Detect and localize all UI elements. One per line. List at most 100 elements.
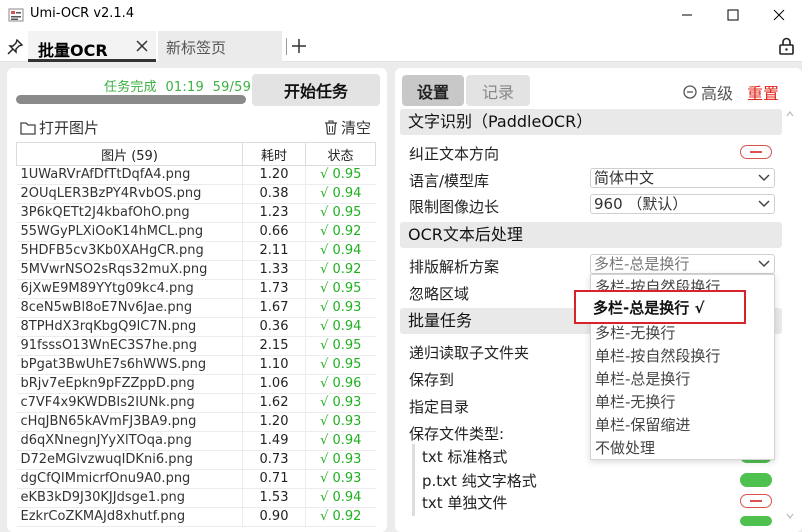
- file-name-cell: 91fsssO13WnEC3S7he.png: [16, 336, 243, 356]
- minimize-button[interactable]: [664, 0, 710, 30]
- pin-icon[interactable]: [6, 38, 24, 56]
- table-row[interactable]: bRjv7eEpkn9pFZZppD.png 1.06 √ 0.96: [16, 374, 376, 394]
- status-cell: √ 0.92: [305, 507, 376, 527]
- col-header-image[interactable]: 图片 (59): [16, 142, 243, 166]
- table-row[interactable]: 3P6kQETt2J4kbafOhO.png 1.23 √ 0.95: [16, 203, 376, 223]
- language-select-value: 简体中文: [594, 169, 655, 187]
- language-select[interactable]: 简体中文: [590, 168, 775, 188]
- dropdown-selected-option: 多栏-总是换行 √: [593, 299, 705, 317]
- table-row[interactable]: 1UWaRVrAfDfTtDqfA4.png 1.20 √ 0.95: [16, 165, 376, 185]
- file-name-cell: 55WGyPLXiOoK14hMCL.png: [16, 222, 243, 242]
- task-status-text: 任务完成 01:19 59/59: [104, 80, 252, 95]
- maximize-icon: [727, 9, 739, 21]
- time-cell: 1.10: [242, 355, 306, 375]
- dropdown-option[interactable]: 单栏-无换行: [595, 391, 675, 412]
- correct-direction-label: 纠正文本方向: [409, 145, 500, 163]
- open-images-button[interactable]: 打开图片: [20, 117, 99, 138]
- folder-icon: [20, 121, 36, 135]
- status-cell: √ 0.94: [305, 184, 376, 204]
- tab-new-label: 新标签页: [166, 39, 227, 57]
- clear-button[interactable]: 清空: [324, 117, 371, 138]
- dropdown-option[interactable]: 单栏-总是换行: [595, 368, 690, 389]
- dropdown-option[interactable]: 单栏-保留缩进: [595, 414, 690, 435]
- tab-divider: [286, 38, 287, 55]
- dropdown-option[interactable]: 单栏-按自然段换行: [595, 345, 720, 366]
- file-name-cell: 2OUqLER3BzPY4RvbOS.png: [16, 184, 243, 204]
- table-header-row: 图片 (59) 耗时 状态: [16, 142, 376, 166]
- table-row[interactable]: c7VF4x9KWDBIs2IUNk.png 1.62 √ 0.93: [16, 393, 376, 413]
- table-row[interactable]: bPgat3BwUhE7s6hWWS.png 1.10 √ 0.95: [16, 355, 376, 375]
- file-name-cell: c7VF4x9KWDBIs2IUNk.png: [16, 393, 243, 413]
- table-row[interactable]: 2OUqLER3BzPY4RvbOS.png 0.38 √ 0.94: [16, 184, 376, 204]
- file-name-cell: EzkrCoZKMAJd8xhutf.png: [16, 507, 243, 527]
- table-row[interactable]: 6jXwE9M89YYtg09kc4.png 1.73 √ 0.95: [16, 279, 376, 299]
- dropdown-option[interactable]: 多栏-无换行: [595, 322, 675, 343]
- status-cell: √ 0.94: [305, 488, 376, 508]
- table-row[interactable]: D72eMGlvzwuqIDKni6.png 0.73 √ 0.93: [16, 450, 376, 470]
- time-cell: 1.23: [242, 203, 306, 223]
- progress-bar: [16, 95, 246, 104]
- time-cell: 1.20: [242, 412, 306, 432]
- maximize-button[interactable]: [710, 0, 756, 30]
- lock-icon[interactable]: [778, 37, 795, 55]
- time-cell: 2.11: [242, 241, 306, 261]
- type-extra-toggle[interactable]: [740, 516, 772, 526]
- time-cell: 0.38: [242, 184, 306, 204]
- specify-dir-label: 指定目录: [409, 398, 470, 416]
- minus-circle-icon: [683, 85, 697, 99]
- col-header-status[interactable]: 状态: [305, 142, 376, 166]
- file-name-cell: 5HDFB5cv3Kb0XAHgCR.png: [16, 241, 243, 261]
- time-cell: 1.20: [242, 165, 306, 185]
- table-row[interactable]: 5HDFB5cv3Kb0XAHgCR.png 2.11 √ 0.94: [16, 241, 376, 261]
- table-row[interactable]: eKB3kD9J30KJJdsge1.png 1.53 √ 0.94: [16, 488, 376, 508]
- save-types-indent-bar: [412, 444, 415, 516]
- save-types-label: 保存文件类型:: [409, 425, 505, 443]
- table-row[interactable]: d6qXNnegnJYyXlTOqa.png 1.49 √ 0.94: [16, 431, 376, 451]
- time-cell: 0.90: [242, 507, 306, 527]
- table-row[interactable]: cHqJBN65kAVmFJ3BA9.png 1.20 √ 0.93: [16, 412, 376, 432]
- type-ptxt-toggle[interactable]: [740, 473, 772, 487]
- tab-records[interactable]: 记录: [466, 75, 530, 106]
- add-tab-icon[interactable]: [290, 37, 308, 55]
- limit-size-select[interactable]: 960 （默认）: [590, 194, 775, 214]
- status-cell: √ 0.95: [305, 165, 376, 185]
- start-task-button[interactable]: 开始任务: [252, 74, 380, 106]
- time-cell: 1.73: [242, 279, 306, 299]
- col-header-time[interactable]: 耗时: [242, 142, 306, 166]
- table-row[interactable]: dgCfQIMmicrfOnu9A0.png 0.71 √ 0.93: [16, 469, 376, 489]
- file-name-cell: D72eMGlvzwuqIDKni6.png: [16, 450, 243, 470]
- reset-button[interactable]: 重置: [747, 80, 779, 104]
- tab-batch-ocr-label: 批量OCR: [38, 41, 108, 60]
- section-post-processing: OCR文本后处理: [400, 222, 782, 248]
- file-name-cell: d6qXNnegnJYyXlTOqa.png: [16, 431, 243, 451]
- tab-close-icon[interactable]: [133, 37, 151, 55]
- limit-size-select-value: 960 （默认）: [594, 195, 688, 213]
- time-cell: 1.62: [242, 393, 306, 413]
- advanced-toggle[interactable]: 高级: [683, 80, 733, 104]
- clear-label: 清空: [341, 119, 372, 137]
- table-row[interactable]: 8ceN5wBl8oE7Nv6Jae.png 1.67 √ 0.93: [16, 298, 376, 318]
- status-cell: √ 0.95: [305, 279, 376, 299]
- table-row[interactable]: 8TPHdX3rqKbgQ9lC7N.png 0.36 √ 0.94: [16, 317, 376, 337]
- type-single-toggle[interactable]: [740, 494, 772, 508]
- recursive-label: 递归读取子文件夹: [409, 344, 530, 362]
- time-cell: 1.67: [242, 298, 306, 318]
- table-row[interactable]: EzkrCoZKMAJd8xhutf.png 0.90 √ 0.92: [16, 507, 376, 527]
- table-row[interactable]: 91fsssO13WnEC3S7he.png 2.15 √ 0.95: [16, 336, 376, 356]
- save-to-label: 保存到: [409, 371, 455, 389]
- time-cell: 1.49: [242, 431, 306, 451]
- time-cell: 0.66: [242, 222, 306, 242]
- tab-settings[interactable]: 设置: [402, 75, 464, 106]
- time-cell: 2.15: [242, 336, 306, 356]
- correct-direction-toggle[interactable]: [740, 145, 772, 159]
- dropdown-option[interactable]: 不做处理: [595, 437, 655, 458]
- close-window-button[interactable]: [756, 0, 802, 30]
- status-cell: √ 0.95: [305, 336, 376, 356]
- file-name-cell: 8TPHdX3rqKbgQ9lC7N.png: [16, 317, 243, 337]
- layout-scheme-select[interactable]: 多栏-总是换行: [590, 254, 775, 274]
- chevron-down-icon: [758, 174, 770, 182]
- table-row[interactable]: 55WGyPLXiOoK14hMCL.png 0.66 √ 0.92: [16, 222, 376, 242]
- table-row[interactable]: 5MVwrNSO2sRqs32muX.png 1.33 √ 0.92: [16, 260, 376, 280]
- type-ptxt-label: p.txt 纯文字格式: [422, 472, 537, 490]
- scrollbar[interactable]: [785, 110, 795, 520]
